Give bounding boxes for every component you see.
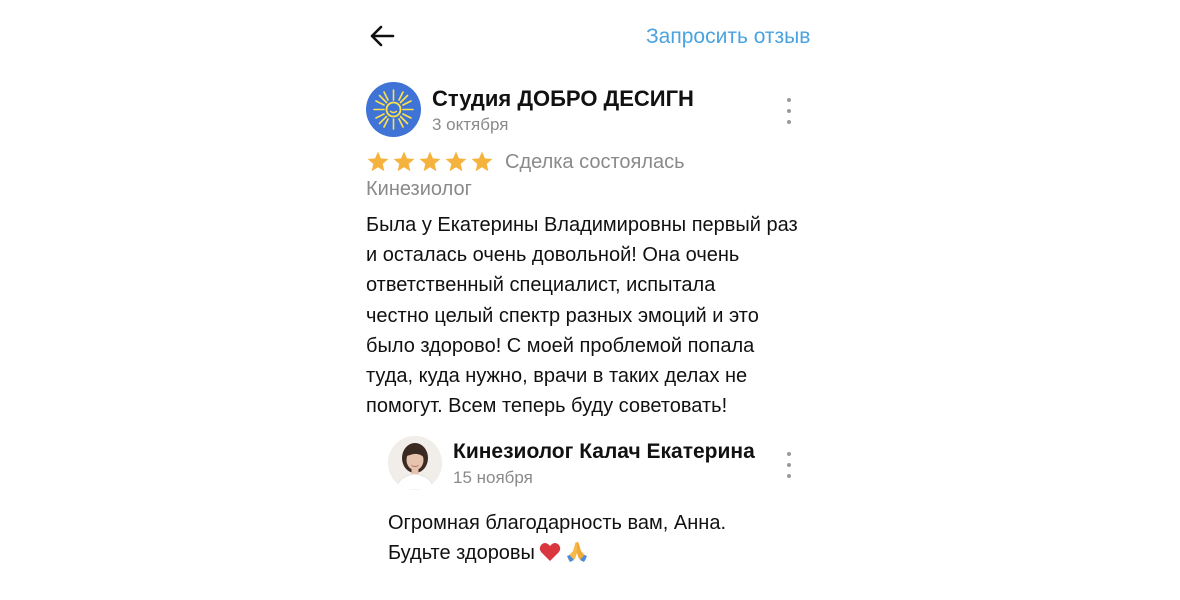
star-icon	[367, 151, 389, 172]
reply-text-line-with-emoji: Будьте здоровы	[388, 538, 816, 571]
heart-icon	[539, 541, 561, 571]
review-text-line: и осталась очень довольной! Она очень	[366, 244, 740, 267]
review-text-line: честно целый спектр разных эмоций и это	[366, 304, 759, 327]
reply-more-button[interactable]	[783, 452, 795, 478]
arrow-left-icon	[370, 25, 395, 47]
praying-hands-icon	[565, 540, 589, 571]
deal-status: Сделка состоялась	[505, 150, 685, 173]
star-icon	[419, 151, 441, 172]
back-button[interactable]	[364, 18, 400, 54]
more-vertical-icon-dot	[787, 109, 791, 113]
star-icon	[445, 151, 467, 172]
more-vertical-icon	[787, 452, 791, 456]
reply-author-name[interactable]: Кинезиолог Калач Екатерина	[453, 440, 763, 464]
review-text-line: помогут. Всем теперь буду советовать!	[366, 395, 728, 418]
more-vertical-icon-dot	[787, 120, 791, 124]
reply-text-line: Будьте здоровы	[388, 542, 535, 564]
review-header: Студия ДОБРО ДЕСИГН 3 октября	[366, 82, 816, 138]
more-vertical-icon-dot	[787, 474, 791, 478]
reply-author-avatar[interactable]	[388, 436, 442, 490]
author-avatar[interactable]	[366, 82, 421, 137]
review-text-line: было здорово! С моей проблемой попала	[366, 334, 755, 357]
review-author-name[interactable]: Студия ДОБРО ДЕСИГН	[432, 86, 694, 112]
reply-text-line: Огромная благодарность вам, Анна.	[388, 512, 727, 534]
user-photo-icon	[388, 436, 442, 490]
review-category: Кинезиолог	[366, 178, 472, 200]
more-vertical-icon	[787, 98, 791, 102]
review-date: 3 октября	[432, 115, 509, 134]
request-review-link[interactable]: Запросить отзыв	[646, 25, 810, 49]
reply-text: Огромная благодарность вам, Анна. Будьте…	[388, 508, 816, 571]
rating-row: Сделка состоялась	[366, 148, 685, 176]
review-text-line: ответственный специалист, испытала	[366, 274, 716, 297]
review-text-line: туда, куда нужно, врачи в таких делах не	[366, 365, 748, 388]
review-text-line: Была у Екатерины Владимировны первый раз	[366, 214, 798, 236]
review-text: Была у Екатерины Владимировны первый раз…	[366, 210, 816, 421]
reply-date: 15 ноября	[453, 468, 533, 487]
star-icon	[393, 151, 415, 172]
star-icon	[471, 151, 493, 172]
review-card: Студия ДОБРО ДЕСИГН 3 октября Сделка сос…	[366, 82, 816, 417]
sun-logo-icon	[373, 89, 414, 130]
rating-stars	[366, 150, 494, 174]
review-more-button[interactable]	[783, 98, 795, 124]
more-vertical-icon-dot	[787, 463, 791, 467]
